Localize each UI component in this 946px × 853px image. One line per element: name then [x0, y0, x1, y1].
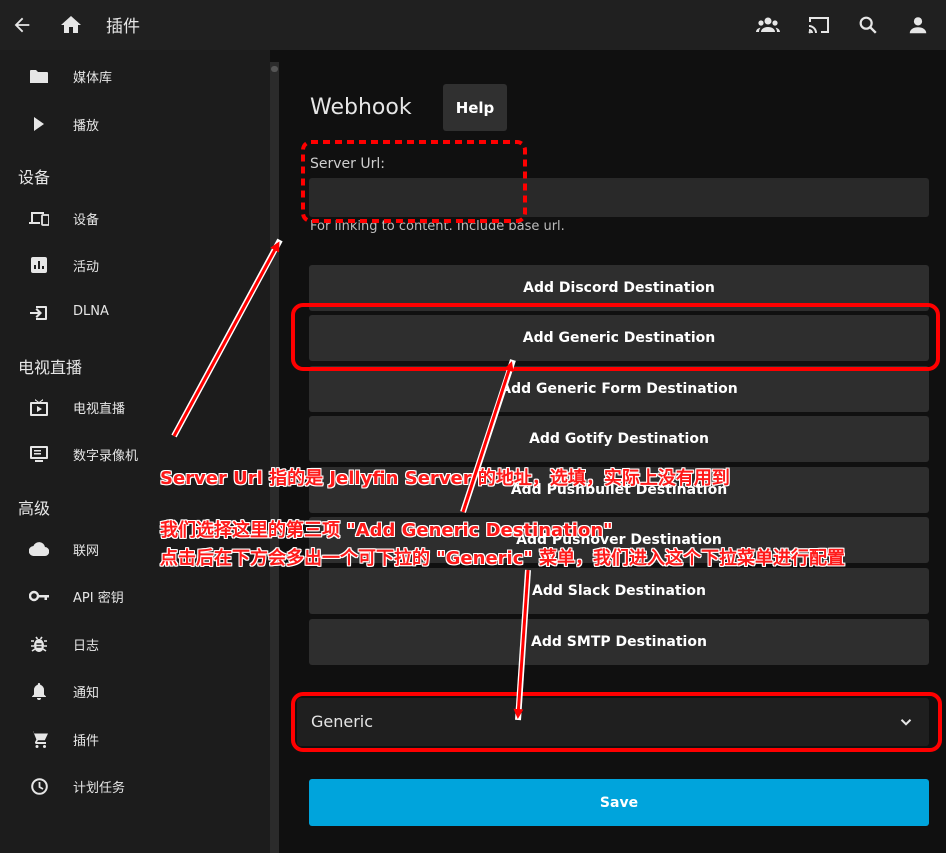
sidebar-item-scheduled-tasks[interactable]: 计划任务 — [0, 766, 270, 806]
cloud-icon — [29, 539, 49, 559]
server-url-label: Server Url: — [310, 156, 385, 172]
folder-icon — [29, 66, 49, 86]
sidebar-item-plugins[interactable]: 插件 — [0, 719, 270, 759]
sidebar-item-activity[interactable]: 活动 — [0, 245, 270, 285]
activity-icon — [29, 255, 49, 275]
devices-icon — [29, 208, 49, 228]
sidebar-item-label: 播放 — [73, 119, 100, 134]
page-title: 插件 — [106, 17, 140, 37]
sidebar-item-label: 电视直播 — [73, 402, 126, 417]
play-icon — [29, 114, 49, 134]
save-button[interactable]: Save — [309, 779, 929, 826]
sidebar-scrollbar[interactable] — [270, 62, 279, 853]
home-icon[interactable] — [55, 9, 87, 41]
sidebar-section-livetv: 电视直播 — [18, 358, 83, 377]
add-discord-destination-button[interactable]: Add Discord Destination — [309, 265, 929, 311]
sidebar-item-label: 媒体库 — [73, 71, 113, 86]
add-generic-form-destination-button[interactable]: Add Generic Form Destination — [309, 366, 929, 412]
sidebar-item-notifications[interactable]: 通知 — [0, 671, 270, 711]
sidebar-item-library[interactable]: 媒体库 — [0, 56, 270, 96]
cast-icon[interactable] — [803, 9, 835, 41]
generic-destination-dropdown[interactable]: Generic — [297, 698, 929, 746]
annotation-server-url: Server Url 指的是 Jellyfin Server 的地址，选填，实际… — [160, 468, 730, 489]
sidebar-item-label: 数字录像机 — [73, 449, 139, 464]
help-button[interactable]: Help — [443, 84, 507, 131]
live-tv-icon — [29, 397, 49, 417]
sidebar-item-label: 日志 — [73, 639, 100, 654]
sidebar-item-label: 设备 — [73, 213, 100, 228]
server-url-description: For linking to content. Include base url… — [310, 219, 565, 234]
top-bar: 插件 — [0, 0, 946, 50]
sidebar-item-api-keys[interactable]: API 密钥 — [0, 576, 270, 616]
chevron-down-icon — [900, 719, 912, 726]
sidebar-section-devices: 设备 — [18, 168, 51, 187]
add-slack-destination-button[interactable]: Add Slack Destination — [309, 568, 929, 614]
sidebar-item-label: 通知 — [73, 686, 100, 701]
sidebar-item-playback[interactable]: 播放 — [0, 104, 270, 144]
sidebar-scrollbar-thumb[interactable] — [271, 66, 278, 72]
sidebar-item-label: 联网 — [73, 544, 100, 559]
sidebar-item-label: API 密钥 — [73, 591, 124, 606]
key-icon — [29, 586, 49, 606]
input-icon — [29, 303, 49, 323]
annotation-select-generic: 我们选择这里的第三项 "Add Generic Destination" — [160, 520, 613, 541]
plugin-title: Webhook — [310, 95, 412, 120]
back-arrow-icon[interactable] — [6, 9, 38, 41]
sidebar-item-label: 活动 — [73, 260, 100, 275]
sidebar-item-logs[interactable]: 日志 — [0, 624, 270, 664]
bell-icon — [29, 681, 49, 701]
add-gotify-destination-button[interactable]: Add Gotify Destination — [309, 416, 929, 462]
server-url-input[interactable] — [309, 178, 929, 217]
sidebar-item-label: 插件 — [73, 734, 100, 749]
clock-icon — [29, 776, 49, 796]
sidebar-item-label: 计划任务 — [73, 781, 126, 796]
sidebar-item-label: DLNA — [73, 304, 109, 319]
sidebar-item-dlna[interactable]: DLNA — [0, 293, 270, 333]
annotation-dropdown-hint: 点击后在下方会多出一个可下拉的 "Generic" 菜单，我们进入这个下拉菜单进… — [160, 548, 846, 569]
user-icon[interactable] — [902, 9, 934, 41]
sidebar-item-devices[interactable]: 设备 — [0, 198, 270, 238]
sidebar-item-live-tv[interactable]: 电视直播 — [0, 387, 270, 427]
generic-dropdown-label: Generic — [311, 712, 374, 731]
search-icon[interactable] — [852, 9, 884, 41]
add-smtp-destination-button[interactable]: Add SMTP Destination — [309, 619, 929, 665]
dvr-icon — [29, 444, 49, 464]
bug-icon — [29, 634, 49, 654]
cart-icon — [29, 729, 49, 749]
users-icon[interactable] — [752, 9, 784, 41]
sidebar-section-advanced: 高级 — [18, 499, 51, 518]
add-generic-destination-button[interactable]: Add Generic Destination — [309, 315, 929, 361]
